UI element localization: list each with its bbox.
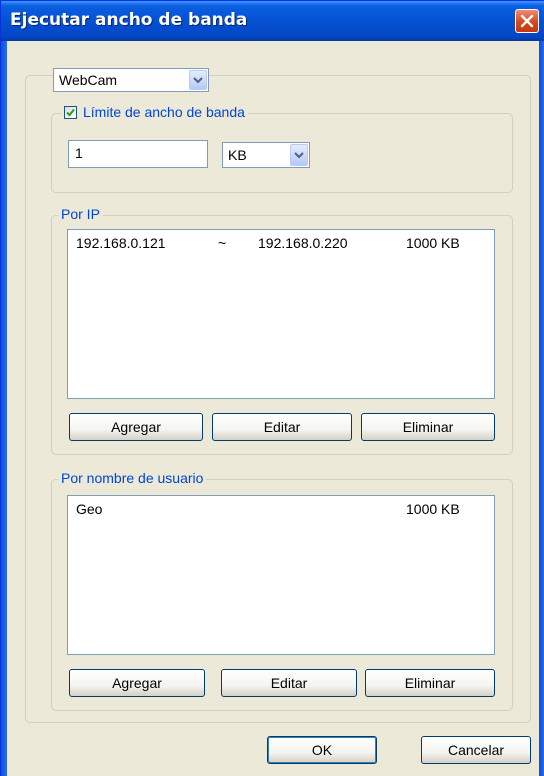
checkmark-icon [66,108,75,116]
bandwidth-limit-value: 1 [75,145,83,161]
ip-add-button[interactable]: Agregar [69,413,203,441]
by-user-label: Por nombre de usuario [58,470,207,486]
ip-end: 192.168.0.220 [258,235,348,251]
chevron-down-icon [294,152,304,159]
user-add-button[interactable]: Agregar [69,669,205,697]
close-icon [520,14,534,28]
dialog-window: Ejecutar ancho de banda WebCam Límite de… [0,0,544,776]
chevron-down-icon [193,77,203,84]
list-item[interactable]: 192.168.0.121 ~ 192.168.0.220 1000 KB [68,233,494,253]
bandwidth-unit-value: KB [228,147,247,163]
bandwidth-limit-label: Límite de ancho de banda [83,104,245,120]
bandwidth-limit-header: Límite de ancho de banda [61,104,248,120]
user-delete-button[interactable]: Eliminar [365,669,495,697]
ip-list[interactable]: 192.168.0.121 ~ 192.168.0.220 1000 KB [67,229,495,399]
user-limit: 1000 KB [406,501,460,517]
ip-limit: 1000 KB [406,235,460,251]
cancel-button[interactable]: Cancelar [421,736,531,764]
device-select-value: WebCam [59,72,118,88]
ip-range-separator: ~ [218,235,227,251]
ip-edit-button[interactable]: Editar [212,413,352,441]
list-item[interactable]: Geo 1000 KB [68,499,494,519]
window-frame-right [539,41,544,776]
device-select-dropdown-button[interactable] [189,70,207,90]
user-name: Geo [76,501,103,517]
bandwidth-limit-checkbox[interactable] [64,105,77,119]
by-ip-label: Por IP [58,206,103,222]
window-title: Ejecutar ancho de banda [10,10,248,30]
title-bar[interactable]: Ejecutar ancho de banda [1,1,544,41]
bandwidth-limit-input[interactable]: 1 [68,140,208,168]
ip-delete-button[interactable]: Eliminar [361,413,495,441]
user-list[interactable]: Geo 1000 KB [67,495,495,655]
device-select[interactable]: WebCam [53,68,209,92]
close-button[interactable] [515,9,539,33]
ok-button[interactable]: OK [267,736,377,764]
bandwidth-unit-dropdown-button[interactable] [290,144,308,166]
user-edit-button[interactable]: Editar [221,669,357,697]
ip-start: 192.168.0.121 [76,235,166,251]
bandwidth-unit-select[interactable]: KB [222,142,310,168]
